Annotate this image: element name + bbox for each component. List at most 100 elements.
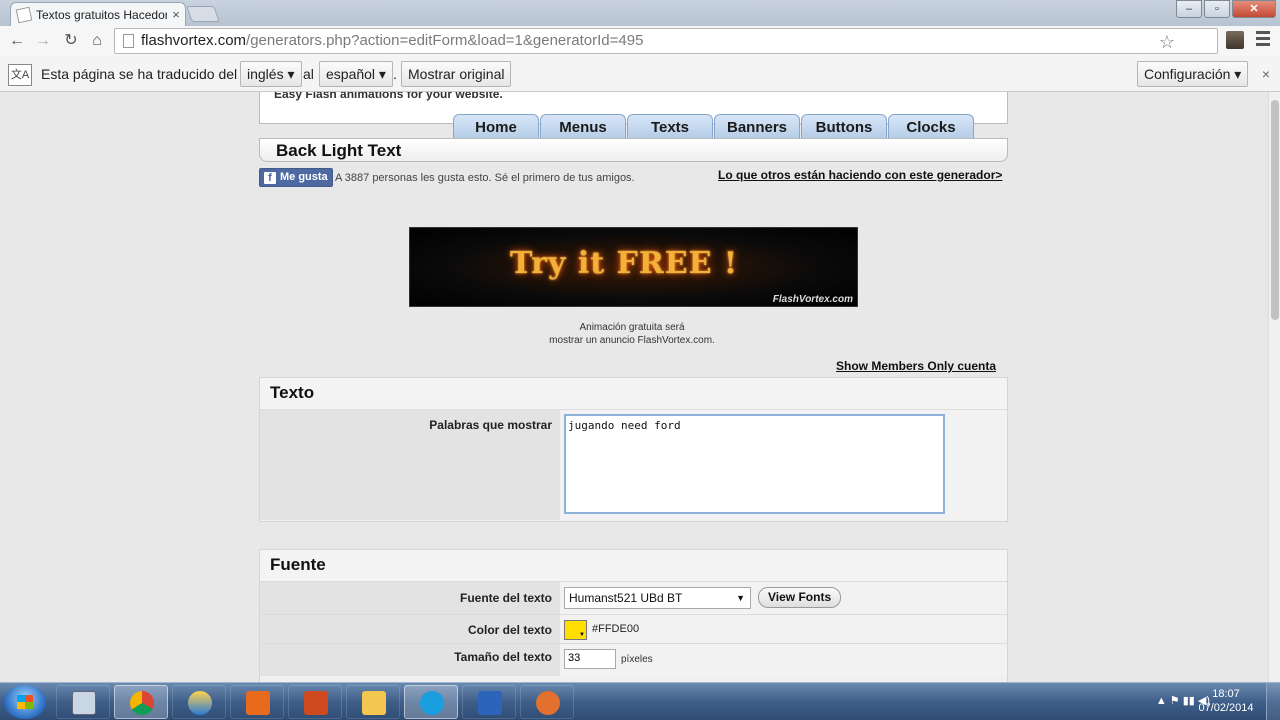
size-row: Tamaño del texto 33 píxeles [260, 644, 1007, 676]
words-row: Palabras que mostrar jugando need ford [260, 410, 1007, 520]
translate-settings-label: Configuración [1144, 66, 1231, 82]
taskbar-clock[interactable]: 18:07 07/02/2014 [1196, 687, 1256, 715]
bookmark-star-icon[interactable]: ☆ [1159, 30, 1175, 54]
facebook-like-count-text: A 3887 personas les gusta esto. Sé el pr… [335, 172, 635, 184]
translate-settings-button[interactable]: Configuración ▾ [1137, 61, 1249, 87]
page-content: Easy Flash animations for your website. … [0, 92, 1280, 682]
start-button[interactable] [4, 685, 46, 719]
nav-banners[interactable]: Banners [714, 114, 800, 140]
translate-lead-text: Esta página se ha traducido del [41, 66, 238, 82]
texto-section-title: Texto [260, 378, 1007, 410]
font-label: Fuente del texto [260, 582, 560, 614]
chrome-icon[interactable] [114, 685, 168, 719]
media-player-icon[interactable] [230, 685, 284, 719]
source-language-select[interactable]: inglés ▾ [240, 61, 302, 87]
size-unit: píxeles [621, 654, 653, 665]
profile-avatar[interactable] [1226, 31, 1244, 49]
color-swatch[interactable]: ▼ [564, 620, 587, 640]
source-language-label: inglés [247, 66, 284, 82]
texto-section: Texto Palabras que mostrar jugando need … [259, 377, 1008, 522]
translate-icon: 文A [8, 64, 32, 86]
nav-menus[interactable]: Menus [540, 114, 626, 140]
facebook-icon: f [264, 171, 276, 184]
tab-title: Textos gratuitos Hacedor, [36, 7, 167, 22]
members-only-link[interactable]: Show Members Only cuenta [836, 359, 996, 373]
url-domain: flashvortex.com [141, 32, 247, 49]
others-generator-link[interactable]: Lo que otros están haciendo con este gen… [718, 168, 1002, 182]
minimize-icon[interactable]: – [1176, 0, 1202, 18]
ad-banner[interactable]: Try it FREE ! FlashVortex.com [409, 227, 858, 307]
back-arrow-icon[interactable]: ← [6, 30, 28, 52]
page-scrollbar[interactable] [1268, 92, 1280, 682]
app-a-icon[interactable] [172, 685, 226, 719]
forward-arrow-icon[interactable]: → [32, 30, 54, 52]
dropdown-arrow-icon: ▼ [736, 593, 745, 603]
site-tagline: Easy Flash animations for your website. [274, 92, 503, 101]
swatch-dropdown-icon: ▼ [579, 632, 585, 638]
tab-close-icon[interactable]: × [167, 7, 185, 22]
size-label: Tamaño del texto [260, 644, 560, 676]
nav-home[interactable]: Home [453, 114, 539, 140]
translate-connector: al [303, 66, 314, 82]
facebook-like-button[interactable]: f Me gusta [259, 168, 333, 187]
ad-caption: Animación gratuita será mostrar un anunc… [532, 321, 732, 347]
color-value-cell: ▼ #FFDE00 [560, 615, 1007, 643]
skype-icon[interactable] [404, 685, 458, 719]
page-favicon-icon [15, 6, 33, 23]
nav-texts[interactable]: Texts [627, 114, 713, 140]
page-icon [123, 34, 134, 48]
windows-taskbar: ▲ ⚑ ▮▮ ◀) 18:07 07/02/2014 [0, 682, 1280, 720]
browser-toolbar: ← → ↻ ⌂ flashvortex.com/generators.php?a… [0, 26, 1280, 56]
font-select-value: Humanst521 UBd BT [569, 591, 683, 605]
ad-brand: FlashVortex.com [772, 294, 853, 305]
calculator-icon[interactable] [56, 685, 110, 719]
chrome-menu-icon[interactable] [1256, 31, 1270, 49]
nav-clocks[interactable]: Clocks [888, 114, 974, 140]
home-icon[interactable]: ⌂ [86, 30, 108, 52]
editor-icon[interactable] [288, 685, 342, 719]
ad-headline: Try it FREE ! [510, 246, 739, 281]
close-window-icon[interactable]: ✕ [1232, 0, 1276, 18]
size-value-cell: 33 píxeles [560, 644, 1007, 676]
fuente-section-title: Fuente [260, 550, 1007, 582]
words-value-cell: jugando need ford [560, 410, 1007, 520]
ad-caption-line-1: Animación gratuita será [579, 322, 685, 333]
url-path: /generators.php?action=editForm&load=1&g… [246, 32, 644, 49]
words-textarea[interactable]: jugando need ford [564, 414, 945, 514]
view-fonts-button[interactable]: View Fonts [758, 587, 842, 608]
clock-date: 07/02/2014 [1198, 702, 1254, 714]
window-controls: – ▫ ✕ [1176, 0, 1276, 18]
page-title: Back Light Text [259, 138, 1008, 162]
font-select[interactable]: Humanst521 UBd BT ▼ [564, 587, 751, 609]
translate-close-icon[interactable]: × [1262, 66, 1270, 82]
scrollbar-thumb[interactable] [1271, 100, 1279, 320]
site-nav: Home Menus Texts Banners Buttons Clocks [453, 114, 974, 140]
ad-caption-line-2: mostrar un anuncio FlashVortex.com. [549, 335, 715, 346]
words-label: Palabras que mostrar [260, 410, 560, 520]
show-desktop-button[interactable] [1266, 683, 1280, 720]
facebook-like-label: Me gusta [280, 171, 328, 183]
color-label: Color del texto [260, 615, 560, 643]
folder-icon[interactable] [346, 685, 400, 719]
browser-tab[interactable]: Textos gratuitos Hacedor, × [10, 2, 186, 26]
new-tab-button[interactable] [186, 6, 220, 22]
browser-titlebar: Textos gratuitos Hacedor, × – ▫ ✕ [0, 0, 1280, 26]
app-k-icon[interactable] [462, 685, 516, 719]
address-bar[interactable]: flashvortex.com/generators.php?action=ed… [114, 28, 1218, 54]
translate-bar: 文A Esta página se ha traducido del inglé… [0, 56, 1280, 92]
reload-icon[interactable]: ↻ [60, 30, 82, 52]
nav-buttons[interactable]: Buttons [801, 114, 887, 140]
show-original-button[interactable]: Mostrar original [401, 61, 512, 87]
translate-dot: . [393, 66, 397, 82]
maximize-icon[interactable]: ▫ [1204, 0, 1230, 18]
glove-app-icon[interactable] [520, 685, 574, 719]
target-language-label: español [326, 66, 376, 82]
fuente-section: Fuente Fuente del texto Humanst521 UBd B… [259, 549, 1008, 682]
clock-time: 18:07 [1212, 688, 1240, 700]
color-row: Color del texto ▼ #FFDE00 [260, 615, 1007, 644]
font-row: Fuente del texto Humanst521 UBd BT ▼ Vie… [260, 582, 1007, 615]
font-value-cell: Humanst521 UBd BT ▼ View Fonts [560, 582, 1007, 614]
color-hex: #FFDE00 [592, 623, 640, 635]
target-language-select[interactable]: español ▾ [319, 61, 393, 87]
size-input[interactable]: 33 [564, 649, 616, 669]
